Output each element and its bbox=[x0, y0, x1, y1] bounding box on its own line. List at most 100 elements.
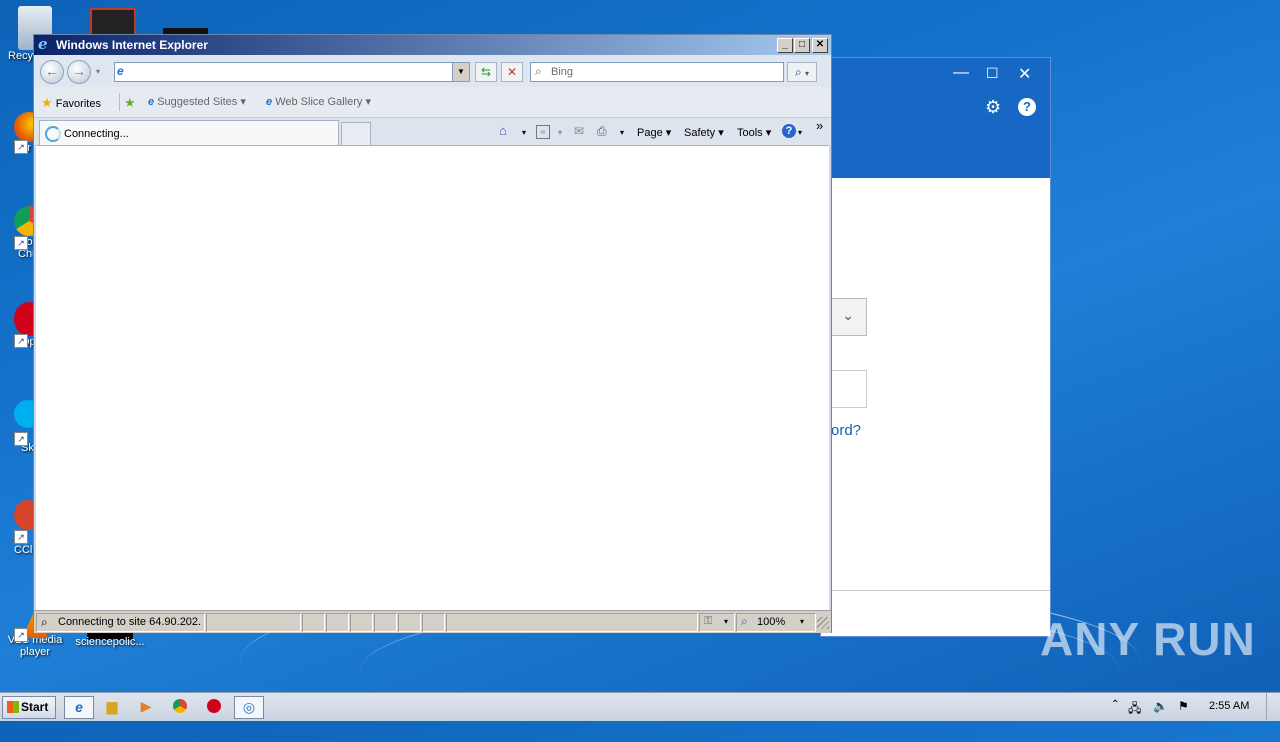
help-button[interactable]: ? bbox=[782, 124, 796, 138]
forward-button[interactable]: → bbox=[67, 60, 91, 84]
favorites-bar: ★ Favorites ★ e Suggested Sites ▾ e Web … bbox=[34, 87, 831, 118]
divider bbox=[119, 93, 120, 111]
windows-logo-icon bbox=[7, 701, 19, 713]
status-text: Connecting to site 64.90.202. bbox=[58, 616, 202, 628]
page-content[interactable] bbox=[36, 145, 829, 610]
show-hidden-icons-button[interactable]: ⌃ bbox=[1111, 699, 1119, 710]
chevron-down-icon: ▾ bbox=[724, 617, 729, 626]
status-cell bbox=[326, 613, 349, 632]
zoom-level: 100% bbox=[757, 616, 786, 628]
gear-icon[interactable]: ⚙ bbox=[985, 98, 1003, 116]
search-box[interactable]: ⌕ Bing bbox=[530, 62, 784, 82]
back-button[interactable]: ← bbox=[40, 60, 64, 84]
taskbar: Start e ▆ ▶ ◎ ⌃ 🖧 🔈 ⚑ 2:55 AM bbox=[0, 692, 1280, 721]
taskbar-app-button[interactable]: ◎ bbox=[234, 696, 264, 719]
shortcut-arrow-icon: ↗ bbox=[14, 334, 28, 348]
status-cell bbox=[374, 613, 397, 632]
taskbar-chrome-button[interactable] bbox=[166, 696, 194, 717]
ie-logo-icon: e bbox=[38, 35, 48, 53]
recent-pages-dropdown-icon[interactable]: ▾ bbox=[96, 67, 100, 76]
home-dropdown-icon[interactable]: ▾ bbox=[522, 128, 526, 137]
clock[interactable]: 2:55 AM bbox=[1209, 700, 1249, 712]
volume-icon[interactable]: 🔈 bbox=[1153, 699, 1168, 713]
new-tab-button[interactable] bbox=[341, 122, 371, 146]
maximize-button[interactable]: ☐ bbox=[986, 65, 999, 82]
close-button[interactable]: ✕ bbox=[1018, 64, 1031, 84]
web-slice-gallery-button[interactable]: e Web Slice Gallery ▾ bbox=[266, 95, 371, 108]
favorites-button[interactable]: ★ Favorites bbox=[41, 95, 101, 111]
feeds-dropdown-icon[interactable]: ▾ bbox=[558, 128, 562, 137]
search-placeholder: Bing bbox=[551, 66, 574, 78]
protected-mode-cell[interactable]: ⚿ ▾ bbox=[699, 613, 735, 632]
lock-icon: ⚿ bbox=[704, 615, 713, 627]
stop-button[interactable]: ✕ bbox=[501, 62, 523, 82]
forgot-password-link[interactable]: ord? bbox=[831, 422, 861, 439]
shortcut-arrow-icon: ↗ bbox=[14, 628, 28, 642]
status-cell bbox=[422, 613, 445, 632]
window-title: Windows Internet Explorer bbox=[56, 38, 208, 52]
watermark: ANY RUN bbox=[1040, 613, 1256, 665]
action-center-flag-icon[interactable]: ⚑ bbox=[1178, 699, 1189, 713]
loading-spinner-icon bbox=[45, 126, 61, 142]
zoom-cell[interactable]: ⌕ 100% ▾ bbox=[736, 613, 816, 632]
close-button[interactable]: ✕ bbox=[812, 38, 828, 53]
taskbar-media-player-button[interactable]: ▶ bbox=[132, 696, 160, 717]
web-slice-gallery-label: Web Slice Gallery ▾ bbox=[275, 96, 371, 108]
title-bar[interactable]: e Windows Internet Explorer _ □ ✕ bbox=[34, 35, 831, 55]
divider bbox=[821, 590, 1050, 591]
star-icon: ★ bbox=[41, 95, 53, 110]
help-dropdown-icon[interactable]: ▾ bbox=[798, 128, 802, 137]
address-bar[interactable]: e ▼ bbox=[114, 62, 470, 82]
page-icon: e bbox=[117, 64, 124, 78]
suggested-sites-label: Suggested Sites ▾ bbox=[157, 96, 246, 108]
search-icon: ⌕ bbox=[41, 615, 48, 629]
start-label: Start bbox=[21, 700, 49, 714]
desktop-icon-label: sciencepolic... bbox=[75, 636, 145, 648]
chrome-icon bbox=[173, 699, 187, 713]
refresh-button[interactable]: ⇆ bbox=[475, 62, 497, 82]
resize-grip-icon[interactable] bbox=[817, 617, 829, 629]
taskbar-ie-button[interactable]: e bbox=[64, 696, 94, 719]
add-to-favorites-button[interactable]: ★ bbox=[124, 95, 136, 111]
status-cell bbox=[446, 613, 698, 632]
status-cell bbox=[398, 613, 421, 632]
tab-connecting[interactable]: Connecting... bbox=[39, 120, 339, 146]
minimize-button[interactable]: — bbox=[953, 64, 969, 82]
more-commands-button[interactable]: » bbox=[816, 118, 823, 133]
add-favorite-icon: ★ bbox=[124, 95, 136, 110]
search-button[interactable]: ⌕ ▾ bbox=[787, 62, 817, 82]
status-cell bbox=[350, 613, 373, 632]
start-button[interactable]: Start bbox=[2, 696, 56, 719]
network-icon[interactable]: 🖧 bbox=[1128, 699, 1141, 720]
status-bar: ⌕ Connecting to site 64.90.202. ⚿ ▾ ⌕ 10… bbox=[34, 610, 831, 633]
shortcut-arrow-icon: ↗ bbox=[14, 432, 28, 446]
help-button[interactable]: ? bbox=[1018, 98, 1036, 116]
progress-cell bbox=[206, 613, 301, 632]
show-desktop-button[interactable] bbox=[1266, 693, 1279, 720]
background-app-window[interactable]: — ☐ ✕ ⚙ ? ⌄ ord? bbox=[820, 57, 1051, 637]
shortcut-arrow-icon: ↗ bbox=[14, 530, 28, 544]
mail-icon[interactable]: ✉ bbox=[574, 124, 584, 138]
taskbar-opera-button[interactable] bbox=[200, 696, 228, 717]
favorites-label: Favorites bbox=[55, 98, 101, 110]
tab-bar: Connecting... ⌂ ▾ ≈ ▾ ✉ ⎙ ▾ Page ▾ Safet… bbox=[34, 118, 831, 146]
print-dropdown-icon[interactable]: ▾ bbox=[620, 128, 624, 137]
shortcut-arrow-icon: ↗ bbox=[14, 140, 28, 154]
safety-menu[interactable]: Safety ▾ bbox=[684, 126, 724, 139]
status-cell bbox=[302, 613, 325, 632]
maximize-button[interactable]: □ bbox=[794, 38, 810, 53]
home-icon[interactable]: ⌂ bbox=[499, 123, 507, 138]
chevron-down-icon: ⌄ bbox=[842, 307, 854, 323]
page-menu[interactable]: Page ▾ bbox=[637, 126, 671, 139]
suggested-sites-button[interactable]: e Suggested Sites ▾ bbox=[148, 95, 246, 108]
app-header bbox=[821, 58, 1050, 178]
print-icon[interactable]: ⎙ bbox=[597, 124, 607, 139]
address-dropdown-button[interactable]: ▼ bbox=[452, 63, 469, 81]
taskbar-explorer-button[interactable]: ▆ bbox=[98, 696, 126, 717]
tools-menu[interactable]: Tools ▾ bbox=[737, 126, 771, 139]
ie-window[interactable]: e Windows Internet Explorer _ □ ✕ ← → ▾ … bbox=[33, 34, 832, 633]
ie-page-icon: e bbox=[266, 96, 273, 108]
feeds-icon[interactable]: ≈ bbox=[536, 125, 550, 139]
minimize-button[interactable]: _ bbox=[777, 38, 793, 53]
zoom-dropdown-icon[interactable]: ▾ bbox=[800, 617, 804, 626]
